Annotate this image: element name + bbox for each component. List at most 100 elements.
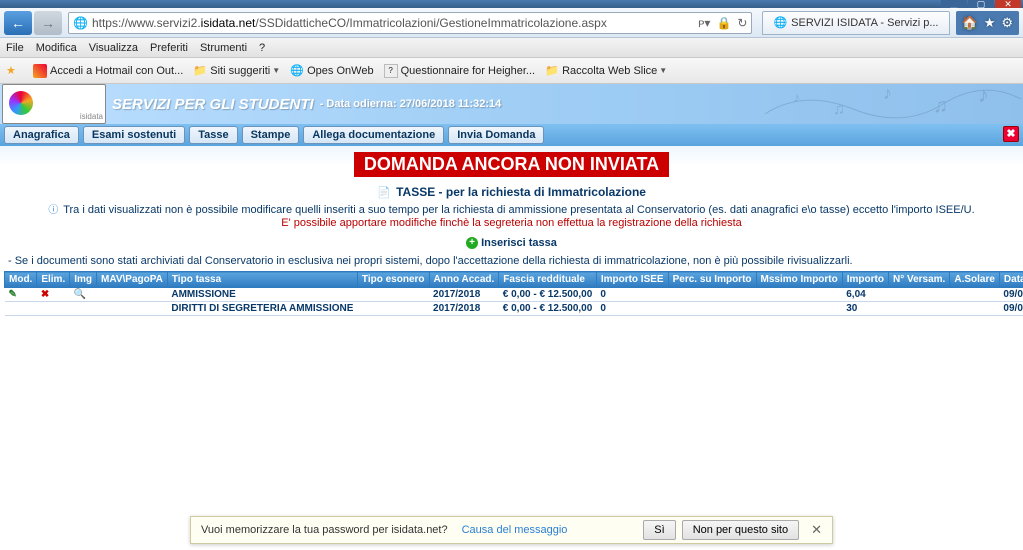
col-elim: Elim. xyxy=(37,272,70,288)
browser-tab-strip: 🌐 SERVIZI ISIDATA - Servizi p... xyxy=(762,11,949,35)
window-maximize-button[interactable]: ▢ xyxy=(968,0,994,8)
col-perc: Perc. su Importo xyxy=(668,272,756,288)
plus-icon: + xyxy=(466,237,478,249)
table-row: ✎ ✖ 🔍 AMMISSIONE 2017/2018 € 0,00 - € 12… xyxy=(5,288,1023,302)
cell-isee: 0 xyxy=(596,288,668,302)
col-img: Img xyxy=(70,272,97,288)
cell-dataversam: 09/05/2018 xyxy=(999,288,1023,302)
search-dropdown-icon[interactable]: ᴘ▾ xyxy=(698,16,710,30)
col-tipo-esonero: Tipo esonero xyxy=(357,272,429,288)
menu-help[interactable]: ? xyxy=(259,42,265,54)
content-area: DOMANDA ANCORA NON INVIATA 📄 TASSE - per… xyxy=(0,146,1023,516)
app-date: - Data odierna: 27/06/2018 11:32:14 xyxy=(320,98,502,110)
col-anno: Anno Accad. xyxy=(429,272,499,288)
bookmark-siti-suggeriti[interactable]: 📁Siti suggeriti▼ xyxy=(193,64,280,78)
password-bar-cause-link[interactable]: Causa del messaggio xyxy=(462,524,568,536)
status-banner: DOMANDA ANCORA NON INVIATA xyxy=(354,152,669,177)
lock-icon: 🔒 xyxy=(716,16,731,30)
info-text-1: ⓘ Tra i dati visualizzati non è possibil… xyxy=(4,201,1019,216)
col-importo-isee: Importo ISEE xyxy=(596,272,668,288)
col-massimo: Mssimo Importo xyxy=(756,272,842,288)
music-notes-decoration: ♪ ♫ ♪ ♫ ♪ xyxy=(763,84,1023,124)
bookmarks-bar: ★ Accedi a Hotmail con Out... 📁Siti sugg… xyxy=(0,58,1023,84)
menu-favorites[interactable]: Preferiti xyxy=(150,42,188,54)
svg-text:♪: ♪ xyxy=(883,84,892,103)
cell-dataversam: 09/05/2018 xyxy=(999,302,1023,316)
password-bar-message: Vuoi memorizzare la tua password per isi… xyxy=(201,524,448,536)
col-tipo-tassa: Tipo tassa xyxy=(167,272,357,288)
bookmark-questionnaire[interactable]: ?Questionnaire for Heigher... xyxy=(384,64,536,78)
back-button[interactable]: ← xyxy=(4,11,32,35)
bookmark-raccolta[interactable]: 📁Raccolta Web Slice▼ xyxy=(545,64,667,78)
tab-esami-sostenuti[interactable]: Esami sostenuti xyxy=(83,126,185,144)
bookmark-opes[interactable]: 🌐Opes OnWeb xyxy=(290,64,373,78)
cell-tipo-tassa: DIRITTI DI SEGRETERIA AMMISSIONE xyxy=(167,302,357,316)
browser-nav-bar: ← → 🌐 https://www.servizi2.isidata.net/S… xyxy=(0,8,1023,38)
magnifier-icon[interactable]: 🔍 xyxy=(74,289,86,300)
archive-note: - Se i documenti sono stati archiviati d… xyxy=(8,255,1019,267)
favorites-icon[interactable]: ★ xyxy=(984,15,996,31)
svg-text:♫: ♫ xyxy=(833,101,845,118)
svg-text:♪: ♪ xyxy=(793,89,800,105)
bookmark-hotmail[interactable]: Accedi a Hotmail con Out... xyxy=(33,64,183,78)
info-text-2: E' possibile apportare modifiche finchè … xyxy=(4,217,1019,229)
address-bar[interactable]: 🌐 https://www.servizi2.isidata.net/SSDid… xyxy=(68,12,752,34)
col-dataversam: Data versam. xyxy=(999,272,1023,288)
col-mod: Mod. xyxy=(5,272,37,288)
browser-tab[interactable]: 🌐 SERVIZI ISIDATA - Servizi p... xyxy=(762,11,949,35)
app-tabs-row: Anagrafica Esami sostenuti Tasse Stampe … xyxy=(0,124,1023,146)
col-nversam: N° Versam. xyxy=(888,272,949,288)
forward-button[interactable]: → xyxy=(34,11,62,35)
refresh-icon[interactable]: ↻ xyxy=(737,16,747,30)
globe-icon: 🌐 xyxy=(73,16,88,30)
window-minimize-button[interactable]: ▁ xyxy=(941,0,967,8)
section-title: 📄 TASSE - per la richiesta di Immatricol… xyxy=(4,185,1019,199)
tools-icon[interactable]: ⚙ xyxy=(1001,15,1013,31)
window-close-button[interactable]: ✕ xyxy=(995,0,1021,8)
tab-tasse[interactable]: Tasse xyxy=(189,126,237,144)
document-icon: 📄 xyxy=(377,187,391,199)
browser-menu-bar: File Modifica Visualizza Preferiti Strum… xyxy=(0,38,1023,58)
col-fascia: Fascia reddituale xyxy=(499,272,597,288)
tasse-table: Mod. Elim. Img MAV\PagoPA Tipo tassa Tip… xyxy=(4,271,1023,316)
menu-tools[interactable]: Strumenti xyxy=(200,42,247,54)
app-header: isidata SERVIZI PER GLI STUDENTI - Data … xyxy=(0,84,1023,124)
menu-edit[interactable]: Modifica xyxy=(36,42,77,54)
menu-file[interactable]: File xyxy=(6,42,24,54)
col-importo: Importo xyxy=(842,272,888,288)
cell-tipo-tassa: AMMISSIONE xyxy=(167,288,357,302)
table-header-row: Mod. Elim. Img MAV\PagoPA Tipo tassa Tip… xyxy=(5,272,1023,288)
svg-text:♫: ♫ xyxy=(933,95,948,117)
password-yes-button[interactable]: Sì xyxy=(643,520,675,540)
menu-view[interactable]: Visualizza xyxy=(89,42,138,54)
col-asolare: A.Solare xyxy=(950,272,1000,288)
home-icon[interactable]: 🏠 xyxy=(962,15,978,31)
tab-title: SERVIZI ISIDATA - Servizi p... xyxy=(791,17,938,29)
cell-isee: 0 xyxy=(596,302,668,316)
close-panel-button[interactable]: ✖ xyxy=(1003,126,1019,142)
cell-importo: 30 xyxy=(842,302,888,316)
url-text: https://www.servizi2.isidata.net/SSDidat… xyxy=(92,16,607,30)
password-bar-close-icon[interactable]: ✕ xyxy=(811,522,822,538)
tab-allega-documentazione[interactable]: Allega documentazione xyxy=(303,126,444,144)
cell-anno: 2017/2018 xyxy=(429,302,499,316)
edit-icon[interactable]: ✎ xyxy=(9,289,17,300)
delete-icon[interactable]: ✖ xyxy=(41,289,49,300)
info-icon: ⓘ xyxy=(48,205,58,216)
tab-invia-domanda[interactable]: Invia Domanda xyxy=(448,126,544,144)
tab-favicon-icon: 🌐 xyxy=(773,16,787,29)
cell-fascia: € 0,00 - € 12.500,00 xyxy=(499,302,597,316)
cell-anno: 2017/2018 xyxy=(429,288,499,302)
password-save-bar: Vuoi memorizzare la tua password per isi… xyxy=(190,516,833,544)
svg-text:♪: ♪ xyxy=(978,84,989,107)
tab-anagrafica[interactable]: Anagrafica xyxy=(4,126,79,144)
col-mav: MAV\PagoPA xyxy=(97,272,168,288)
tab-stampe[interactable]: Stampe xyxy=(242,126,300,144)
password-no-button[interactable]: Non per questo sito xyxy=(682,520,799,540)
insert-tassa-link[interactable]: +Inserisci tassa xyxy=(4,237,1019,249)
add-favorite-icon[interactable]: ★ xyxy=(6,64,23,78)
browser-sys-icons: 🏠 ★ ⚙ xyxy=(956,11,1020,35)
cell-fascia: € 0,00 - € 12.500,00 xyxy=(499,288,597,302)
app-logo: isidata xyxy=(2,84,106,124)
window-title-bar: ▁ ▢ ✕ xyxy=(0,0,1023,8)
